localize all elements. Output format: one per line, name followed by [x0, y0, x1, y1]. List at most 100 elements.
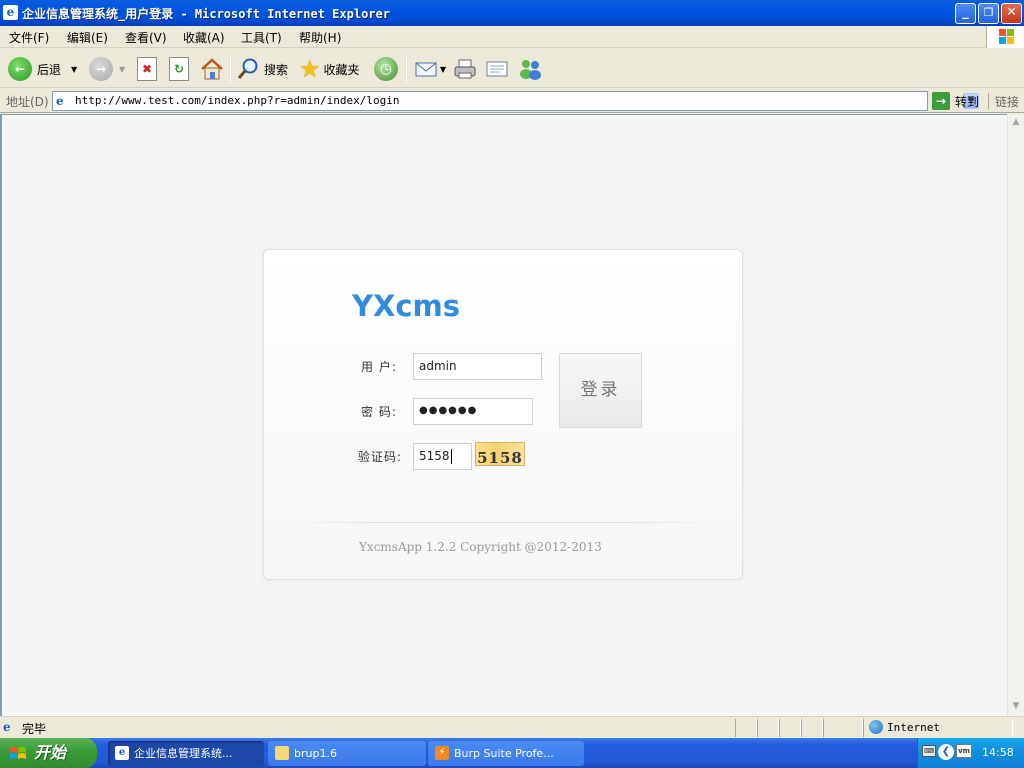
address-label: 地址(D) [6, 95, 49, 109]
folder-icon [275, 746, 289, 760]
status-text: 完毕 [22, 722, 47, 736]
menu-file[interactable]: 文件(F) [9, 29, 49, 46]
history-button[interactable]: ◷ [374, 53, 398, 85]
text-cursor [450, 449, 452, 464]
vmware-icon[interactable]: vm [956, 744, 972, 758]
clock[interactable]: 14:58 [982, 746, 1014, 759]
edit-page-icon [486, 61, 508, 77]
ie-page-icon: e [56, 94, 64, 108]
toolbar: ← 后退 ▼ → ▼ ✖ ↻ 搜索 ★ 收藏夹 ◷ ▼ [0, 49, 1024, 88]
window-title: 企业信息管理系统_用户登录 - Microsoft Internet Explo… [22, 7, 390, 21]
menu-favorites[interactable]: 收藏(A) [183, 29, 225, 46]
print-button[interactable] [453, 53, 477, 85]
search-icon [237, 58, 258, 79]
address-url[interactable]: http://www.test.com/index.php?r=admin/in… [75, 94, 400, 107]
captcha-label: 验证码: [358, 450, 403, 464]
menu-edit[interactable]: 编辑(E) [67, 29, 108, 46]
start-label: 开始 [34, 743, 67, 762]
home-icon [201, 58, 223, 80]
favorites-label: 收藏夹 [323, 62, 360, 77]
copyright-text: YxcmsApp 1.2.2 Copyright @2012-2013 [359, 540, 602, 554]
status-panel [801, 719, 823, 737]
links-label[interactable]: 链接 [995, 93, 1019, 110]
taskbar-item-label: brup1.6 [294, 747, 337, 760]
ie-page-icon: e [3, 720, 11, 734]
system-tray: ⌨ ❮ vm 14:58 [917, 738, 1024, 768]
password-input[interactable]: ●●●●●● [413, 398, 533, 425]
globe-icon [869, 720, 883, 734]
password-label: 密 码: [361, 405, 397, 419]
zone-panel: Internet [863, 719, 1013, 737]
site-logo: YXcms [352, 289, 461, 323]
go-arrow-icon: → [932, 92, 950, 110]
mail-button[interactable]: ▼ [414, 53, 446, 85]
status-panel [735, 719, 757, 737]
status-panel [779, 719, 801, 737]
keyboard-icon[interactable]: ⌨ [922, 745, 936, 757]
taskbar-item-label: Burp Suite Profe... [454, 747, 554, 760]
status-panel [823, 719, 863, 737]
windows-logo-icon [986, 26, 1024, 48]
scroll-up-icon[interactable]: ▲ [1008, 114, 1024, 130]
captcha-image-text: 5158 [477, 449, 523, 466]
toolbar-separator [406, 55, 407, 83]
back-arrow-icon: ← [8, 57, 32, 81]
home-button[interactable] [199, 53, 225, 85]
stop-icon: ✖ [137, 57, 157, 81]
title-bar[interactable]: e 企业信息管理系统_用户登录 - Microsoft Internet Exp… [0, 0, 1024, 26]
taskbar-item-folder[interactable]: brup1.6 [268, 741, 426, 766]
username-label: 用 户: [361, 360, 397, 374]
address-bar: 地址(D) e http://www.test.com/index.php?r=… [0, 89, 1024, 113]
status-panel [757, 719, 779, 737]
menu-bar: 文件(F) 编辑(E) 查看(V) 收藏(A) 工具(T) 帮助(H) [0, 26, 1024, 48]
mail-icon [415, 62, 437, 77]
messenger-icon [520, 60, 541, 80]
mail-dropdown-icon[interactable]: ▼ [440, 65, 446, 74]
go-label: 转到 [955, 94, 980, 109]
taskbar-item-burp[interactable]: ⚡ Burp Suite Profe... [428, 741, 584, 766]
taskbar-item-ie[interactable]: e 企业信息管理系统... [108, 741, 264, 766]
refresh-button[interactable]: ↻ [169, 53, 189, 85]
search-button[interactable]: 搜索 [236, 53, 288, 85]
back-dropdown-icon[interactable]: ▼ [71, 65, 77, 74]
login-button[interactable]: 登录 [559, 353, 642, 428]
history-icon: ◷ [374, 57, 398, 81]
back-button[interactable]: ← 后退 ▼ [8, 53, 77, 85]
captcha-image[interactable]: 5158 [475, 442, 525, 466]
star-icon: ★ [299, 55, 321, 83]
ie-page-icon: e [3, 5, 18, 20]
back-label: 后退 [37, 62, 62, 77]
forward-arrow-icon: → [89, 57, 113, 81]
panel-divider [288, 522, 718, 523]
edit-button[interactable] [485, 53, 509, 85]
refresh-icon: ↻ [169, 57, 189, 81]
forward-button[interactable]: → ▼ [89, 53, 125, 85]
menu-tools[interactable]: 工具(T) [241, 29, 282, 46]
go-button[interactable]: → 转到 [932, 91, 979, 111]
address-input[interactable]: e http://www.test.com/index.php?r=admin/… [52, 91, 979, 111]
messenger-button[interactable] [517, 53, 543, 85]
captcha-input-value: 5158 [419, 449, 450, 463]
close-button[interactable]: ✕ [1001, 3, 1022, 24]
burp-icon: ⚡ [435, 746, 449, 760]
taskbar: 开始 e 企业信息管理系统... brup1.6 ⚡ Burp Suite Pr… [0, 738, 1024, 768]
menu-help[interactable]: 帮助(H) [299, 29, 341, 46]
favorites-button[interactable]: ★ 收藏夹 [299, 53, 360, 85]
status-bar: e 完毕 Internet [0, 716, 1024, 738]
scroll-down-icon[interactable]: ▼ [1008, 698, 1024, 714]
chevron-left-icon[interactable]: ❮ [938, 744, 954, 760]
menu-view[interactable]: 查看(V) [125, 29, 167, 46]
captcha-input[interactable]: 5158 [413, 443, 472, 470]
forward-dropdown-icon[interactable]: ▼ [119, 65, 125, 74]
search-label: 搜索 [264, 62, 289, 77]
start-button[interactable]: 开始 [0, 738, 97, 768]
zone-label: Internet [887, 721, 940, 734]
toolbar-separator [230, 55, 231, 83]
username-input[interactable]: admin [413, 353, 542, 380]
minimize-button[interactable]: _ [955, 3, 976, 24]
restore-button[interactable]: ❐ [978, 3, 999, 24]
stop-button[interactable]: ✖ [137, 53, 157, 85]
vertical-scrollbar[interactable]: ▲ ▼ [1007, 114, 1024, 716]
divider [988, 93, 989, 109]
taskbar-item-label: 企业信息管理系统... [134, 747, 233, 760]
